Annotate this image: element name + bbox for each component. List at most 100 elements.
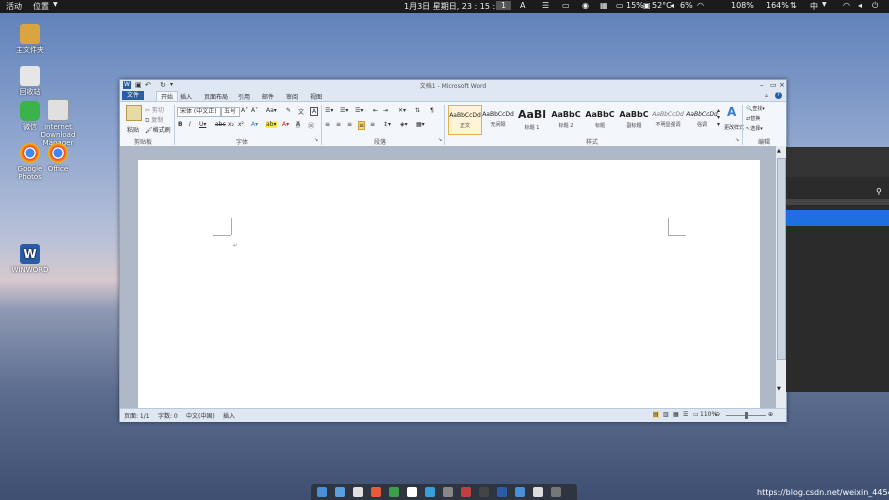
tab-references[interactable]: 引用 <box>238 92 250 101</box>
speaker-icon[interactable]: ◂ <box>858 1 862 10</box>
dock-app-icon[interactable] <box>371 487 381 497</box>
selected-row[interactable] <box>786 210 889 226</box>
dock-app-icon[interactable] <box>533 487 543 497</box>
style-heading-1[interactable]: AaBl 标题 1 <box>516 105 548 133</box>
scroll-down-icon[interactable]: ▼ <box>777 386 781 392</box>
desktop-icon-trash[interactable]: 回收站 <box>8 66 52 96</box>
char-border-icon[interactable]: A <box>310 107 319 116</box>
copy-button[interactable]: ⧉ 复制 <box>145 115 163 125</box>
background-window[interactable]: ⚲ <box>786 147 889 392</box>
multilevel-list-icon[interactable]: ☰▾ <box>355 107 363 114</box>
dock-app-icon[interactable] <box>551 487 561 497</box>
full-screen-icon[interactable]: ▥ <box>663 411 669 418</box>
dock-app-icon[interactable] <box>443 487 453 497</box>
grid-icon[interactable]: ▦ <box>600 1 608 10</box>
workspace-indicator[interactable]: 1 <box>496 1 512 10</box>
enclose-chars-icon[interactable]: ㊂ <box>308 121 314 130</box>
align-left-icon[interactable]: ≡ <box>325 121 330 128</box>
dock-app-icon[interactable] <box>461 487 471 497</box>
document-page[interactable]: ↵ <box>138 160 760 408</box>
format-painter-button[interactable]: 🖌格式刷 <box>145 125 171 134</box>
desktop-icon-idm[interactable]: Internet Download Manager <box>36 99 80 147</box>
borders-icon[interactable]: ▦▾ <box>416 121 425 128</box>
dock-app-icon[interactable] <box>479 487 489 497</box>
style-subtle-emphasis[interactable]: AaBbCcDd 不明显强调 <box>652 105 684 133</box>
tab-home[interactable]: 开始 <box>156 91 179 101</box>
tab-insert[interactable]: 插入 <box>180 92 192 101</box>
input-method[interactable]: 中 <box>810 1 818 12</box>
activities-button[interactable]: 活动 <box>6 1 22 12</box>
font-name-select[interactable]: 宋体 (中文正) <box>177 107 221 117</box>
change-styles-button[interactable]: 更改样式 <box>724 124 744 131</box>
web-layout-icon[interactable]: ▦ <box>673 411 679 418</box>
scroll-up-icon[interactable]: ▲ <box>777 148 781 154</box>
dock-app-icon[interactable] <box>497 487 507 497</box>
battery-percent[interactable]: 15% <box>626 1 644 10</box>
monitor-icon[interactable]: ▭ <box>562 1 570 10</box>
menu-icon[interactable]: ☰ <box>542 1 549 10</box>
wifi-signal-icon[interactable]: ◠ <box>843 1 850 10</box>
find-button[interactable]: 🔍查找▾ <box>746 105 765 112</box>
draft-icon[interactable]: ▭ <box>693 411 699 418</box>
dock-app-icon[interactable] <box>353 487 363 497</box>
scroll-thumb[interactable] <box>777 158 786 360</box>
align-center-icon[interactable]: ≡ <box>336 121 341 128</box>
wifi-icon[interactable]: ◠ <box>697 1 704 10</box>
word-count[interactable]: 字数: 0 <box>158 411 178 420</box>
tab-review[interactable]: 审阅 <box>286 92 298 101</box>
bold-icon[interactable]: B <box>178 121 183 128</box>
sort-icon[interactable]: ⇅ <box>415 107 420 114</box>
line-spacing-icon[interactable]: ↕▾ <box>383 121 391 128</box>
camera-icon[interactable]: ◉ <box>582 1 589 10</box>
decrease-indent-icon[interactable]: ⇤ <box>373 107 378 114</box>
styles-scroll-icon[interactable]: ▴ ▾ ▾ <box>717 107 720 128</box>
change-styles-icon[interactable]: A <box>727 105 736 119</box>
style-title[interactable]: AaBbC 标题 <box>584 105 616 133</box>
volume-percent[interactable]: 6% <box>680 1 693 10</box>
tab-page-layout[interactable]: 页面布局 <box>204 92 228 101</box>
italic-icon[interactable]: I <box>189 121 191 128</box>
cut-button[interactable]: ✂ 剪切 <box>145 105 164 114</box>
style-no-spacing[interactable]: AaBbCcDd 无间隔 <box>482 105 514 133</box>
dock-app-icon[interactable] <box>335 487 345 497</box>
clear-format-icon[interactable]: ✎ <box>286 107 291 114</box>
minimize-icon[interactable]: – <box>760 81 764 89</box>
zoom-slider-thumb[interactable] <box>745 412 748 419</box>
font-dialog-launcher-icon[interactable]: ↘ <box>314 137 318 143</box>
insert-mode[interactable]: 插入 <box>223 411 235 420</box>
help-icon[interactable]: ? <box>775 92 782 99</box>
dock-app-icon[interactable] <box>389 487 399 497</box>
show-marks-icon[interactable]: ¶ <box>430 107 434 114</box>
numbering-icon[interactable]: ☰▾ <box>340 107 348 114</box>
styles-dialog-launcher-icon[interactable]: ↘ <box>735 137 739 143</box>
paste-icon[interactable] <box>126 105 142 121</box>
style-subtitle[interactable]: AaBbC 副标题 <box>618 105 650 133</box>
strikethrough-icon[interactable]: abc <box>215 121 226 128</box>
phonetic-guide-icon[interactable]: 文 <box>298 107 304 116</box>
tab-view[interactable]: 视图 <box>310 92 322 101</box>
bullets-icon[interactable]: ☰▾ <box>325 107 333 114</box>
zoom-in-icon[interactable]: ⊕ <box>768 411 773 418</box>
grow-font-icon[interactable]: A˄ <box>241 107 248 114</box>
distributed-icon[interactable]: ≡ <box>370 121 375 128</box>
change-case-icon[interactable]: Aa▾ <box>266 107 277 114</box>
increase-indent-icon[interactable]: ⇥ <box>383 107 388 114</box>
translate-icon[interactable]: A <box>520 1 525 10</box>
desktop-icon-winword[interactable]: W WINWORD <box>8 244 52 274</box>
highlight-icon[interactable]: ab▾ <box>266 121 277 128</box>
superscript-icon[interactable]: x² <box>238 121 244 128</box>
page-count[interactable]: 页面: 1/1 <box>124 411 150 420</box>
tab-mailings[interactable]: 邮件 <box>262 92 274 101</box>
paragraph-dialog-launcher-icon[interactable]: ↘ <box>438 137 442 143</box>
collapse-ribbon-icon[interactable]: ▵ <box>765 92 768 99</box>
style-normal[interactable]: AaBbCcDd 正文 <box>448 105 482 135</box>
dock-app-icon[interactable] <box>425 487 435 497</box>
style-emphasis[interactable]: AaBbCcDd 强调 <box>686 105 718 133</box>
zoom-out-icon[interactable]: ⊖ <box>715 411 720 418</box>
desktop-icon-office[interactable]: Office <box>36 143 80 173</box>
desktop-icon-home[interactable]: 主文件夹 <box>8 24 52 54</box>
subscript-icon[interactable]: x₂ <box>228 121 234 128</box>
print-layout-icon[interactable]: ▤ <box>653 411 659 418</box>
close-icon[interactable]: × <box>779 81 785 89</box>
dock-app-icon[interactable] <box>515 487 525 497</box>
